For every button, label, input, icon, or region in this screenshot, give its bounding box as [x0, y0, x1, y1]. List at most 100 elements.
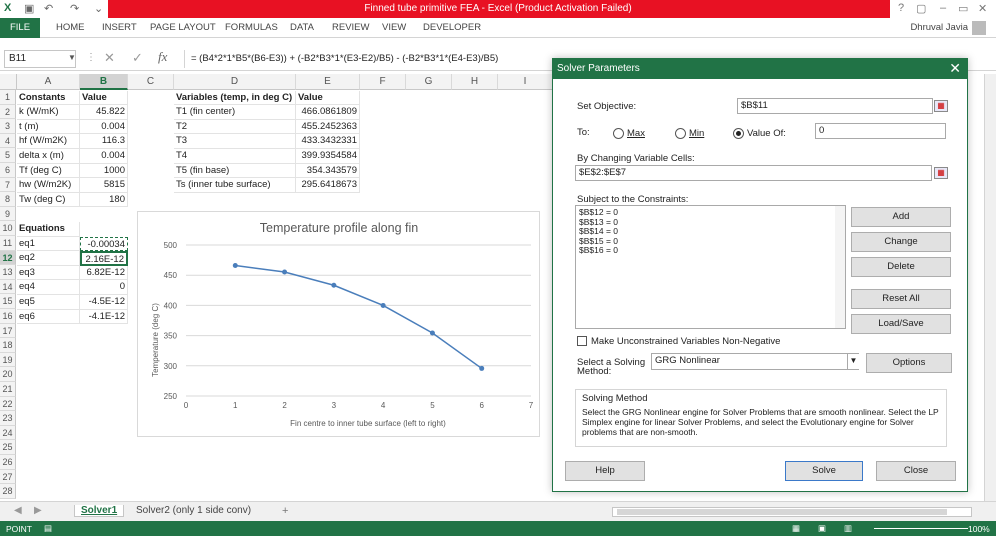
row-header-26[interactable]: 26	[0, 455, 16, 470]
column-header-h[interactable]: H	[452, 74, 498, 90]
constraint-item[interactable]: $B$16 = 0	[579, 245, 842, 256]
cell-b5[interactable]: 0.004	[80, 149, 128, 164]
row-header-16[interactable]: 16	[0, 309, 16, 324]
ribbon-display-icon[interactable]: ▢	[916, 2, 926, 15]
row-header-18[interactable]: 18	[0, 338, 16, 353]
cell-b15[interactable]: -4.5E-12	[80, 295, 128, 310]
constraint-item[interactable]: $B$12 = 0	[579, 207, 842, 218]
column-header-d[interactable]: D	[174, 74, 296, 90]
column-header-g[interactable]: G	[406, 74, 452, 90]
cell-e7[interactable]: 295.6418673	[296, 178, 360, 193]
tab-developer[interactable]: DEVELOPER	[423, 22, 481, 33]
cell-b1[interactable]: Value	[80, 90, 128, 106]
column-header-f[interactable]: F	[360, 74, 406, 90]
options-button[interactable]: Options	[866, 353, 952, 373]
range-select-icon[interactable]: ▦	[934, 100, 948, 112]
cell-b8[interactable]: 180	[80, 192, 128, 208]
row-header-25[interactable]: 25	[0, 440, 16, 455]
add-sheet-icon[interactable]: +	[282, 505, 288, 517]
row-header-5[interactable]: 5	[0, 148, 16, 163]
tab-home[interactable]: HOME	[56, 22, 85, 33]
set-objective-input[interactable]: $B$11	[737, 98, 933, 114]
row-header-4[interactable]: 4	[0, 133, 16, 149]
column-header-b[interactable]: B	[80, 74, 128, 90]
tab-view[interactable]: VIEW	[382, 22, 406, 33]
cell-a2[interactable]: k (W/mK)	[17, 105, 80, 120]
normal-view-icon[interactable]: ▦	[792, 523, 800, 534]
cell-a8[interactable]: Tw (deg C)	[17, 192, 80, 208]
cell-b13[interactable]: 6.82E-12	[80, 265, 128, 281]
chevron-down-icon[interactable]: ▼	[847, 354, 859, 369]
close-button[interactable]: Close	[876, 461, 956, 481]
cell-b11[interactable]: -0.00034	[80, 236, 128, 252]
insert-function-icon[interactable]: fx	[158, 49, 167, 65]
row-header-27[interactable]: 27	[0, 469, 16, 485]
nonneg-label[interactable]: Make Unconstrained Variables Non-Negativ…	[591, 336, 780, 347]
row-header-9[interactable]: 9	[0, 206, 16, 222]
tab-insert[interactable]: INSERT	[102, 22, 137, 33]
value-of-input[interactable]: 0	[815, 123, 946, 139]
row-header-14[interactable]: 14	[0, 279, 16, 295]
dialog-close-icon[interactable]: ✕	[949, 60, 961, 77]
cell-a13[interactable]: eq3	[17, 265, 80, 281]
row-header-6[interactable]: 6	[0, 163, 16, 178]
cancel-icon[interactable]: ✕	[104, 50, 115, 66]
zoom-level[interactable]: 100%	[968, 524, 990, 534]
cell-a3[interactable]: t (m)	[17, 119, 80, 135]
column-header-i[interactable]: I	[498, 74, 553, 90]
row-header-1[interactable]: 1	[0, 90, 16, 105]
page-layout-view-icon[interactable]: ▣	[818, 523, 826, 534]
max-radio[interactable]	[613, 128, 624, 139]
chart-temperature-profile[interactable]: Temperature profile along fin Temperatur…	[137, 211, 540, 437]
constraints-scrollbar[interactable]	[835, 206, 845, 328]
value-of-radio[interactable]	[733, 128, 744, 139]
row-header-28[interactable]: 28	[0, 484, 16, 499]
cell-a16[interactable]: eq6	[17, 309, 80, 325]
avatar[interactable]	[972, 21, 986, 35]
row-header-8[interactable]: 8	[0, 192, 16, 207]
cell-b4[interactable]: 116.3	[80, 134, 128, 149]
cell-a11[interactable]: eq1	[17, 236, 80, 252]
nonneg-checkbox[interactable]	[577, 336, 587, 346]
horizontal-scrollbar[interactable]	[612, 507, 972, 517]
row-header-11[interactable]: 11	[0, 236, 16, 251]
cell-b2[interactable]: 45.822	[80, 105, 128, 120]
cell-a1[interactable]: Constants	[17, 90, 80, 106]
next-sheet-icon[interactable]: ▶	[34, 505, 42, 516]
min-radio[interactable]	[675, 128, 686, 139]
range-select-icon-2[interactable]: ▦	[934, 167, 948, 179]
row-header-15[interactable]: 15	[0, 294, 16, 309]
page-break-view-icon[interactable]: ▥	[844, 523, 852, 534]
cell-e4[interactable]: 433.3432331	[296, 134, 360, 149]
column-header-c[interactable]: C	[128, 74, 174, 90]
cell-b14[interactable]: 0	[80, 280, 128, 295]
name-box-dropdown-icon[interactable]: ▼	[68, 53, 76, 62]
row-header-3[interactable]: 3	[0, 119, 16, 134]
cell-a10[interactable]: Equations	[17, 222, 80, 237]
value-of-label[interactable]: Value Of:	[747, 128, 786, 139]
row-header-13[interactable]: 13	[0, 265, 16, 280]
solving-method-select[interactable]: GRG Nonlinear	[651, 353, 859, 370]
cell-d6[interactable]: T5 (fin base)	[174, 163, 296, 179]
formula-input[interactable]: = (B4*2*1*B5*(B6-E3)) + (-B2*B3*1*(E3-E2…	[184, 50, 554, 68]
reset-all-button[interactable]: Reset All	[851, 289, 951, 309]
load-save-button[interactable]: Load/Save	[851, 314, 951, 334]
cell-a14[interactable]: eq4	[17, 280, 80, 295]
column-header-a[interactable]: A	[17, 74, 80, 90]
tab-review[interactable]: REVIEW	[332, 22, 369, 33]
sheet-tab-solver1[interactable]: Solver1	[74, 505, 125, 517]
tab-formulas[interactable]: FORMULAS	[225, 22, 278, 33]
row-header-10[interactable]: 10	[0, 221, 16, 236]
cell-d3[interactable]: T2	[174, 119, 296, 135]
name-box[interactable]: B11	[4, 50, 76, 68]
tab-file[interactable]: FILE	[0, 18, 40, 38]
enter-icon[interactable]: ✓	[132, 50, 143, 66]
cell-a5[interactable]: delta x (m)	[17, 149, 80, 164]
help-button[interactable]: Help	[565, 461, 645, 481]
change-button[interactable]: Change	[851, 232, 951, 252]
tab-data[interactable]: DATA	[290, 22, 314, 33]
constraints-list[interactable]: $B$12 = 0 $B$13 = 0 $B$14 = 0 $B$15 = 0 …	[575, 205, 846, 329]
cell-d7[interactable]: Ts (inner tube surface)	[174, 178, 296, 193]
help-icon[interactable]: ?	[898, 2, 904, 14]
select-all-corner[interactable]	[0, 74, 17, 90]
